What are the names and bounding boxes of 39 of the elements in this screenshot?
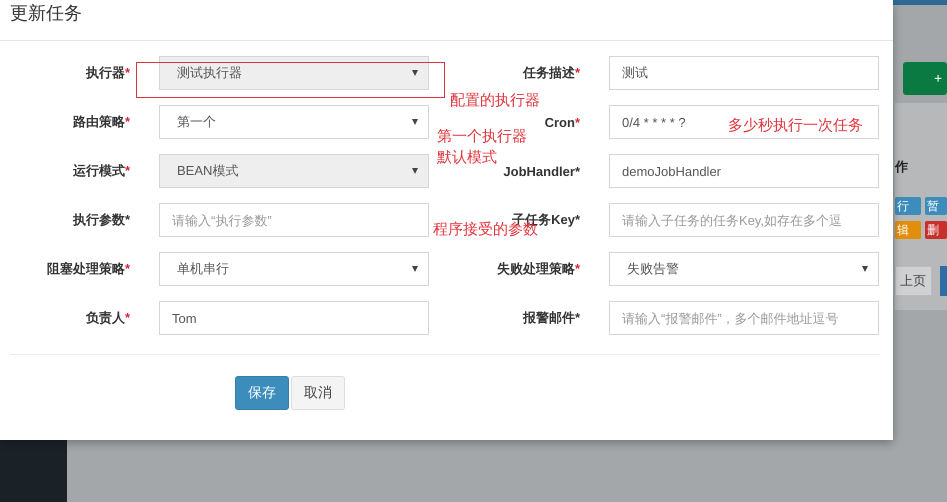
page-button[interactable] xyxy=(940,266,947,296)
field-label: JobHandler* xyxy=(503,164,580,178)
row-action-button[interactable]: 删 xyxy=(925,221,947,239)
select-field[interactable]: 失败告警 xyxy=(609,252,879,286)
input-field[interactable]: 请输入子任务的任务Key,如存在多个逗 xyxy=(609,203,879,237)
input-field[interactable]: 请输入“报警邮件”，多个邮件地址逗号 xyxy=(609,301,879,335)
annotation-text: 多少秒执行一次任务 xyxy=(728,117,863,135)
annotation-text: 配置的执行器 xyxy=(450,92,540,110)
select-field[interactable]: 第一个 xyxy=(159,105,429,139)
cancel-button[interactable]: 取消 xyxy=(291,376,345,410)
caret-icon xyxy=(412,119,418,125)
caret-icon xyxy=(862,266,868,272)
field-label: 路由策略* xyxy=(72,113,130,131)
save-button[interactable]: 保存 xyxy=(235,376,289,410)
field-label: 执行器* xyxy=(86,64,130,82)
field-label: 失败处理策略* xyxy=(496,260,580,278)
select-field[interactable]: 单机串行 xyxy=(159,252,429,286)
field-label: 阻塞处理策略* xyxy=(46,260,130,278)
caret-icon xyxy=(412,168,418,174)
caret-icon xyxy=(412,266,418,272)
field-label: 运行模式* xyxy=(72,162,130,180)
field-label: 负责人* xyxy=(86,309,130,327)
input-field[interactable]: 测试 xyxy=(609,56,879,90)
add-button[interactable]: + xyxy=(903,62,947,95)
caret-icon xyxy=(412,70,418,76)
dialog-title: 更新任务 xyxy=(10,2,82,25)
previous-page-button[interactable]: 上页 xyxy=(895,266,932,296)
field-label: 报警邮件* xyxy=(522,309,580,327)
column-header: 作 xyxy=(895,158,908,176)
annotation-text: 默认模式 xyxy=(437,149,497,167)
field-label: 任务描述* xyxy=(522,64,580,82)
input-field[interactable]: 请输入“执行参数” xyxy=(159,203,429,237)
annotation-text: 第一个执行器 xyxy=(437,128,527,146)
field-label: Cron* xyxy=(544,114,580,130)
field-label: 执行参数* xyxy=(72,211,130,229)
row-action-button[interactable]: 行 xyxy=(895,197,921,215)
row-action-button[interactable]: 暂 xyxy=(925,197,947,215)
input-field[interactable]: Tom xyxy=(159,301,429,335)
input-field[interactable]: demoJobHandler xyxy=(609,154,879,188)
